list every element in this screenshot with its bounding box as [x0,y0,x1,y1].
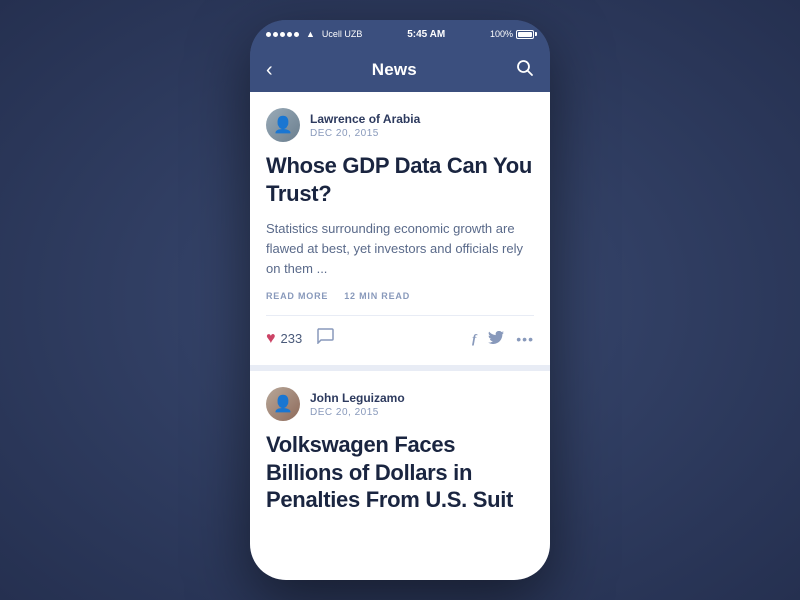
nav-title: News [372,60,417,80]
signal-dot-2 [273,32,278,37]
actions-left-1: ♥ 233 [266,328,334,349]
status-bar: ▲ Ucell UZB 5:45 AM 100% [250,20,550,48]
article-date-1: DEC 20, 2015 [310,128,420,139]
article-card-2: 👤 John Leguizamo DEC 20, 2015 Volkswagen… [250,371,550,542]
avatar-face-1: 👤 [273,115,293,135]
status-left: ▲ Ucell UZB [266,29,362,39]
divider-1 [266,315,534,316]
nav-bar: ‹ News [250,48,550,92]
signal-dot-3 [280,32,285,37]
signal-dot-5 [294,32,299,37]
author-info-1: Lawrence of Arabia DEC 20, 2015 [310,112,420,139]
battery-fill [518,32,532,37]
status-right: 100% [490,29,534,39]
content-area: 👤 Lawrence of Arabia DEC 20, 2015 Whose … [250,92,550,580]
like-section-1[interactable]: ♥ 233 [266,330,302,348]
more-icon-1[interactable]: ••• [516,331,534,347]
actions-row-1: ♥ 233 f ••• [266,328,534,349]
read-more-label-1[interactable]: READ MORE [266,291,328,301]
carrier-text: Ucell UZB [322,29,363,39]
signal-dot-1 [266,32,271,37]
back-button[interactable]: ‹ [266,60,273,80]
article-meta-1: READ MORE 12 MIN READ [266,291,534,301]
status-time: 5:45 AM [407,29,445,40]
avatar-face-2: 👤 [273,394,293,414]
bottom-area [250,542,550,580]
article-title-2[interactable]: Volkswagen Faces Billions of Dollars in … [266,431,534,514]
article-excerpt-1: Statistics surrounding economic growth a… [266,219,534,279]
actions-right-1: f ••• [472,331,534,347]
author-name-2: John Leguizamo [310,391,405,405]
battery-percent: 100% [490,29,513,39]
battery-icon [516,30,534,39]
comment-icon-1[interactable] [316,328,334,349]
author-info-2: John Leguizamo DEC 20, 2015 [310,391,405,418]
article-date-2: DEC 20, 2015 [310,407,405,418]
article-card-1: 👤 Lawrence of Arabia DEC 20, 2015 Whose … [250,92,550,371]
author-row-1: 👤 Lawrence of Arabia DEC 20, 2015 [266,108,534,142]
read-time-label-1: 12 MIN READ [344,291,410,301]
phone-frame: ▲ Ucell UZB 5:45 AM 100% ‹ News 👤 [250,20,550,580]
signal-dots [266,32,299,37]
wifi-icon: ▲ [306,29,315,39]
author-row-2: 👤 John Leguizamo DEC 20, 2015 [266,387,534,421]
avatar-1: 👤 [266,108,300,142]
heart-icon-1: ♥ [266,330,276,348]
avatar-2: 👤 [266,387,300,421]
signal-dot-4 [287,32,292,37]
author-name-1: Lawrence of Arabia [310,112,420,126]
facebook-icon-1[interactable]: f [472,331,476,347]
search-button[interactable] [516,59,534,82]
twitter-icon-1[interactable] [488,331,504,347]
article-title-1[interactable]: Whose GDP Data Can You Trust? [266,152,534,207]
like-count-1: 233 [281,331,303,346]
